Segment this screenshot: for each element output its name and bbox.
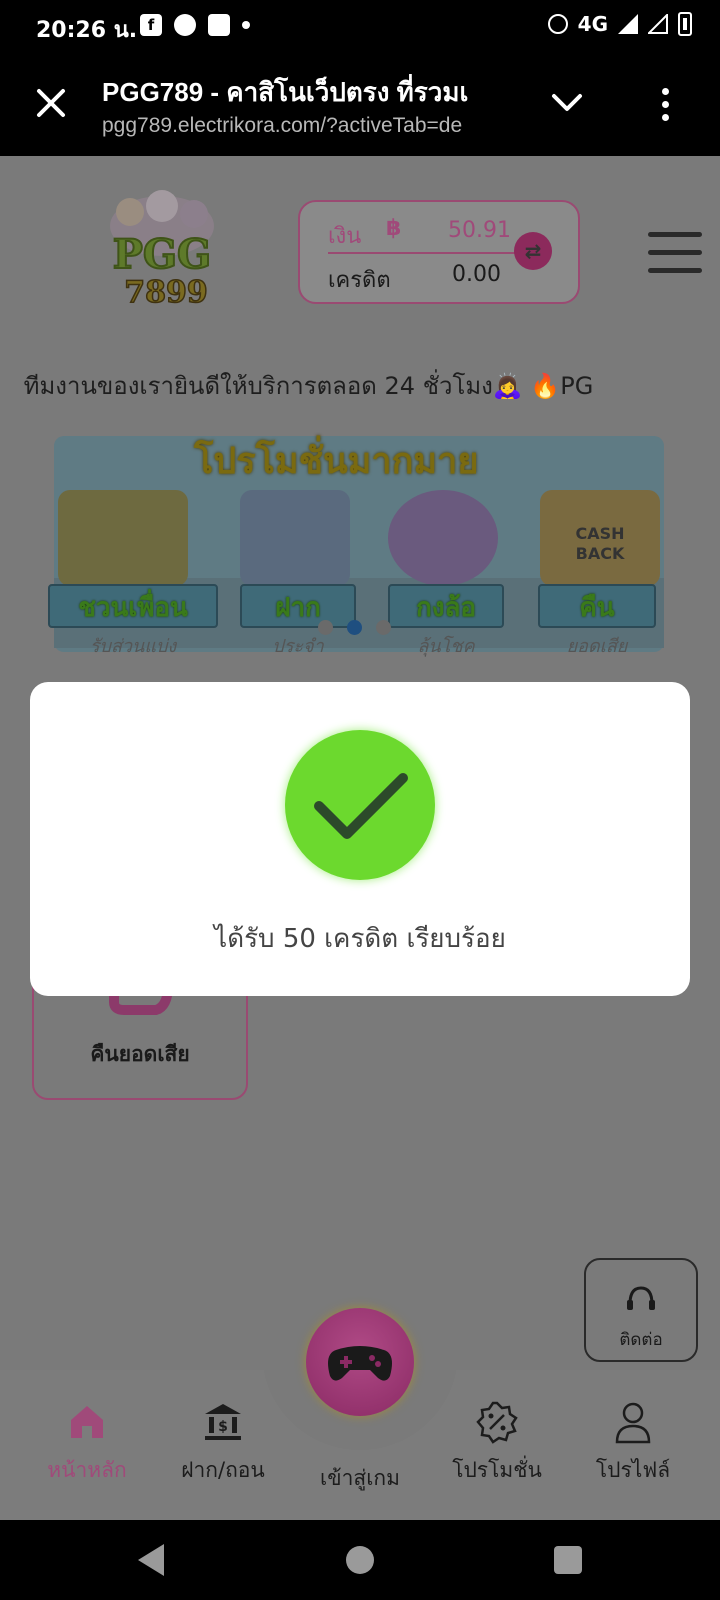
banner-title: โปรโมชั่นมากมาย — [194, 441, 479, 482]
notification-icons: f — [140, 14, 250, 36]
nav-profile[interactable]: โปรไฟล์ — [568, 1400, 698, 1487]
hamburger-menu-icon[interactable] — [648, 232, 702, 273]
promo-tile-label: ชวนเพื่อน — [48, 584, 218, 628]
promo-tile-sub: ประจำ — [272, 636, 324, 657]
money-label: เงิน — [328, 224, 362, 249]
speedometer-icon — [174, 14, 196, 36]
chevron-down-icon[interactable] — [550, 92, 584, 114]
nav-home-label: หน้าหลัก — [47, 1458, 127, 1482]
money-value: 50.91 — [448, 218, 511, 243]
credit-label: เครดิต — [328, 268, 391, 293]
logo-text-pgg: PGG — [113, 231, 211, 278]
recents-icon[interactable] — [554, 1546, 582, 1574]
announcement-marquee: ี ทีมงานของเรายินดีให้บริการตลอด 24 ชั่ว… — [16, 372, 594, 400]
prize-wheel-icon — [388, 490, 498, 586]
alarm-icon — [547, 14, 568, 34]
back-icon[interactable] — [138, 1544, 164, 1576]
bank-icon: $ — [205, 1404, 241, 1440]
success-checkmark-icon — [285, 730, 435, 880]
credit-value: 0.00 — [452, 262, 501, 287]
status-bar: 20:26 น. f 4G — [0, 0, 720, 52]
promo-tile-wheel[interactable]: กงล้อ ลุ้นโชค — [388, 584, 504, 662]
signal-full-icon — [618, 14, 638, 34]
page-title: PGG789 - คาสิโนเว็ปตรง ที่รวมเ — [102, 77, 469, 107]
cashback-card-label: คืนยอดเสีย — [90, 1042, 190, 1066]
promo-tile-invite[interactable]: ชวนเพื่อน รับส่วนแบ่ง — [48, 584, 218, 662]
baht-symbol: ฿ — [386, 216, 402, 241]
nav-promotions[interactable]: โปรโมชั่น — [432, 1400, 562, 1487]
close-icon[interactable] — [34, 86, 68, 120]
cashback-art-text: CASH BACK — [575, 524, 625, 563]
nav-play-game-label[interactable]: เข้าสู่เกม — [290, 1462, 430, 1495]
nav-home[interactable]: หน้าหลัก — [22, 1400, 152, 1487]
play-game-button[interactable] — [306, 1308, 414, 1416]
page-url[interactable]: pgg789.electrikora.com/?activeTab=de — [102, 114, 512, 138]
discount-badge-icon — [476, 1401, 518, 1444]
home-circle-icon[interactable] — [346, 1546, 374, 1574]
promo-tile-sub: รับส่วนแบ่ง — [89, 636, 177, 657]
contact-label: ติดต่อ — [619, 1330, 663, 1350]
panda-character-icon — [58, 490, 188, 586]
home-icon — [71, 1406, 103, 1438]
promo-tile-sub: ยอดเสีย — [566, 636, 628, 657]
more-notifications-dot-icon — [242, 21, 250, 29]
battery-charging-icon — [678, 12, 692, 36]
success-message: ได้รับ 50 เครดิต เรียบร้อย — [214, 924, 506, 954]
facebook-icon: f — [140, 14, 162, 36]
site-logo[interactable]: PGG 7899 — [96, 186, 228, 312]
nav-profile-label: โปรไฟล์ — [595, 1458, 671, 1482]
user-icon — [615, 1402, 651, 1444]
nav-deposit-withdraw-label: ฝาก/ถอน — [181, 1458, 265, 1482]
nav-promotions-label: โปรโมชั่น — [452, 1458, 542, 1482]
status-right: 4G — [547, 12, 692, 36]
network-type: 4G — [577, 12, 608, 36]
shopping-bag-icon — [208, 14, 230, 36]
signal-outline-icon — [648, 14, 668, 34]
more-options-icon[interactable] — [660, 88, 670, 122]
wallet-balance-card: เงิน ฿ 50.91 เครดิต 0.00 ⇄ — [298, 200, 580, 304]
promo-tile-sub: ลุ้นโชค — [417, 636, 475, 657]
carousel-pagination — [318, 620, 391, 635]
support-agent-icon — [627, 1286, 655, 1310]
gamepad-icon — [328, 1346, 392, 1381]
status-time: 20:26 น. — [36, 18, 138, 43]
carousel-dot[interactable] — [318, 620, 333, 635]
carousel-dot[interactable] — [376, 620, 391, 635]
svg-text:$: $ — [218, 1419, 228, 1435]
promo-tile-label: กงล้อ — [388, 584, 504, 628]
promo-tile-cashback[interactable]: คืน ยอดเสีย — [538, 584, 656, 662]
cashback-box-icon: CASH BACK — [540, 490, 660, 586]
phone-coins-icon — [240, 490, 350, 586]
carousel-dot-active[interactable] — [347, 620, 362, 635]
success-dialog: ได้รับ 50 เครดิต เรียบร้อย — [30, 682, 690, 996]
wallet-divider — [328, 252, 538, 254]
swap-arrows-icon[interactable]: ⇄ — [514, 232, 552, 270]
custom-tab-toolbar: PGG789 - คาสิโนเว็ปตรง ที่รวมเ pgg789.el… — [0, 52, 720, 156]
contact-button[interactable]: ติดต่อ — [584, 1258, 698, 1362]
nav-deposit-withdraw[interactable]: $ ฝาก/ถอน — [158, 1400, 288, 1487]
promo-tile-label: คืน — [538, 584, 656, 628]
logo-text-number: 7899 — [124, 275, 208, 310]
